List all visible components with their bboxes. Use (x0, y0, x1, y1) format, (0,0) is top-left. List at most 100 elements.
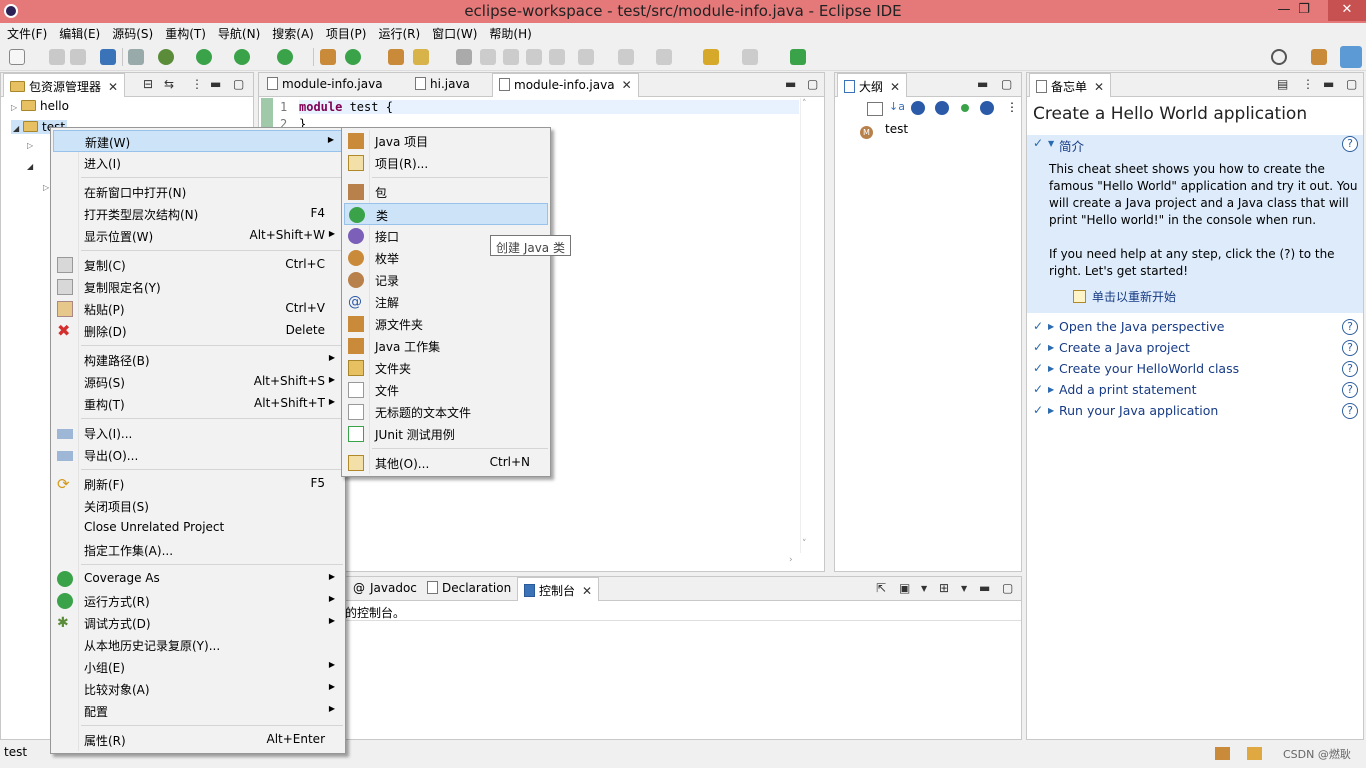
submenu-item-record[interactable]: 记录 (344, 269, 548, 291)
menu-search[interactable]: 搜索(A) (265, 23, 319, 42)
new-java-package-icon[interactable] (320, 49, 336, 65)
step-create-class[interactable]: ✓ ▶ Create your HelloWorld class? (1027, 360, 1363, 381)
menu-item-go-into[interactable]: 进入(I) (53, 152, 343, 174)
toggle-word-wrap-icon[interactable] (526, 49, 542, 65)
tab-declaration[interactable]: Declaration (421, 577, 517, 601)
submenu-item-project[interactable]: 项目(R)... (344, 152, 548, 174)
close-icon[interactable]: ✕ (622, 78, 632, 92)
submenu-item-other[interactable]: 其他(O)... Ctrl+N (344, 452, 548, 474)
submenu-item-untitled-text-file[interactable]: 无标题的文本文件 (344, 401, 548, 423)
show-whitespace-icon[interactable] (549, 49, 565, 65)
chevron-right-icon[interactable]: ▶ (1048, 343, 1054, 352)
tab-package-explorer[interactable]: 包资源管理器 ✕ (3, 73, 126, 97)
menu-item-compare-with[interactable]: 比较对象(A) ▶ (53, 678, 343, 700)
maximize-view-icon[interactable]: ▢ (1001, 77, 1012, 91)
scroll-up-icon[interactable]: ˄ (802, 99, 807, 109)
tab-javadoc[interactable]: @ Javadoc (347, 577, 423, 601)
chevron-right-icon[interactable]: ▶ (1048, 406, 1054, 415)
tab-editor-module-info-active[interactable]: module-info.java ✕ (492, 73, 639, 97)
tree-expander-icon[interactable]: ▷ (43, 183, 49, 192)
chevron-down-icon[interactable]: ▼ (1048, 139, 1054, 148)
pin-editor-icon[interactable] (790, 49, 806, 65)
run-icon[interactable] (196, 49, 212, 65)
menu-item-new[interactable]: 新建(W) ▶ (53, 130, 343, 152)
maximize-view-icon[interactable]: ▢ (807, 77, 818, 91)
menu-item-run-as[interactable]: 运行方式(R) ▶ (53, 590, 343, 612)
search-icon[interactable] (1271, 49, 1287, 65)
collapse-all-icon[interactable]: ▤ (1277, 77, 1288, 91)
hide-non-public-icon[interactable] (961, 104, 969, 112)
scroll-right-icon[interactable]: › (789, 555, 793, 565)
menu-navigate[interactable]: 导航(N) (211, 23, 265, 42)
minimize-view-icon[interactable]: ▬ (979, 581, 990, 595)
help-icon[interactable]: ? (1342, 403, 1358, 419)
dropdown-icon[interactable]: ▼ (921, 584, 927, 593)
step-open-perspective[interactable]: ✓ ▶ Open the Java perspective? (1027, 318, 1363, 339)
menu-item-restore-local-history[interactable]: 从本地历史记录复原(Y)... (53, 634, 343, 656)
submenu-item-file[interactable]: 文件 (344, 379, 548, 401)
hide-fields-icon[interactable] (911, 101, 925, 115)
step-add-print[interactable]: ✓ ▶ Add a print statement? (1027, 381, 1363, 402)
collapse-all-icon[interactable]: ⊟ (143, 77, 153, 91)
skip-breakpoints-icon[interactable] (128, 49, 144, 65)
tab-cheatsheet[interactable]: 备忘单 ✕ (1029, 73, 1112, 97)
menu-item-refactor[interactable]: 重构(T) Alt+Shift+T ▶ (53, 393, 343, 415)
menu-item-copy-qualified-name[interactable]: 复制限定名(Y) (53, 276, 343, 298)
new-java-class-icon[interactable] (345, 49, 361, 65)
menu-item-assign-working-sets[interactable]: 指定工作集(A)... (53, 539, 343, 561)
pin-console-icon[interactable]: ⇱ (876, 581, 886, 595)
tips-icon[interactable] (1215, 747, 1230, 760)
view-menu-icon[interactable]: ⋮ (1302, 77, 1314, 91)
chevron-right-icon[interactable]: ▶ (1048, 364, 1054, 373)
menu-item-open-new-window[interactable]: 在新窗口中打开(N) (53, 181, 343, 203)
scroll-down-icon[interactable]: ˅ (802, 539, 807, 549)
display-console-icon[interactable]: ▣ (899, 581, 910, 595)
menu-file[interactable]: 文件(F) (0, 23, 52, 42)
menu-edit[interactable]: 编辑(E) (52, 23, 105, 42)
save-all-icon[interactable] (70, 49, 86, 65)
hide-static-icon[interactable] (935, 101, 949, 115)
debug-icon[interactable] (158, 49, 174, 65)
collapse-all-icon[interactable] (867, 102, 883, 116)
view-menu-icon[interactable]: ⋮ (1006, 100, 1018, 114)
view-menu-icon[interactable]: ⋮ (191, 77, 203, 91)
menu-item-close-unrelated[interactable]: Close Unrelated Project (53, 517, 343, 539)
menu-item-refresh[interactable]: ⟳ 刷新(F) F5 (53, 473, 343, 495)
close-icon[interactable]: ✕ (582, 584, 592, 598)
close-window-button[interactable]: ✕ (1328, 0, 1366, 21)
outline-item[interactable]: Mtest (860, 122, 908, 139)
maximize-view-icon[interactable]: ▢ (1346, 77, 1357, 91)
intro-heading[interactable]: 简介 (1059, 136, 1084, 155)
external-tools-icon[interactable] (277, 49, 293, 65)
menu-item-delete[interactable]: ✖ 删除(D) Delete (53, 320, 343, 342)
menu-item-properties[interactable]: 属性(R) Alt+Enter (53, 729, 343, 751)
forward-icon[interactable] (742, 49, 758, 65)
submenu-item-package[interactable]: 包 (344, 181, 548, 203)
toggle-mark-icon[interactable] (480, 49, 496, 65)
help-icon[interactable]: ? (1342, 319, 1358, 335)
restart-link[interactable]: 单击以重新开始 (1073, 288, 1176, 305)
menu-window[interactable]: 窗口(W) (425, 23, 482, 42)
tree-expander-icon[interactable]: ◢ (27, 162, 33, 171)
annotation-icon[interactable] (456, 49, 472, 65)
menu-item-paste[interactable]: 粘贴(P) Ctrl+V (53, 298, 343, 320)
vertical-scrollbar[interactable] (800, 98, 801, 553)
menu-help[interactable]: 帮助(H) (482, 23, 536, 42)
submenu-item-source-folder[interactable]: 源文件夹 (344, 313, 548, 335)
submenu-item-java-project[interactable]: Java 项目 (344, 130, 548, 152)
help-icon[interactable]: ? (1342, 361, 1358, 377)
sort-icon[interactable]: ↓a (889, 100, 905, 113)
maximize-view-icon[interactable]: ▢ (1002, 581, 1013, 595)
menu-item-show-in[interactable]: 显示位置(W) Alt+Shift+W ▶ (53, 225, 343, 247)
menu-item-build-path[interactable]: 构建路径(B) ▶ (53, 349, 343, 371)
maximize-view-icon[interactable]: ▢ (233, 77, 244, 91)
project-item-hello[interactable]: ▷ hello (11, 99, 69, 113)
step-create-project[interactable]: ✓ ▶ Create a Java project? (1027, 339, 1363, 360)
menu-item-debug-as[interactable]: ✱ 调试方式(D) ▶ (53, 612, 343, 634)
save-icon[interactable] (49, 49, 65, 65)
menu-item-close-project[interactable]: 关闭项目(S) (53, 495, 343, 517)
menu-item-configure[interactable]: 配置 ▶ (53, 700, 343, 722)
help-icon[interactable]: ? (1342, 136, 1358, 152)
search-icon[interactable] (413, 49, 429, 65)
step-run-app[interactable]: ✓ ▶ Run your Java application? (1027, 402, 1363, 423)
